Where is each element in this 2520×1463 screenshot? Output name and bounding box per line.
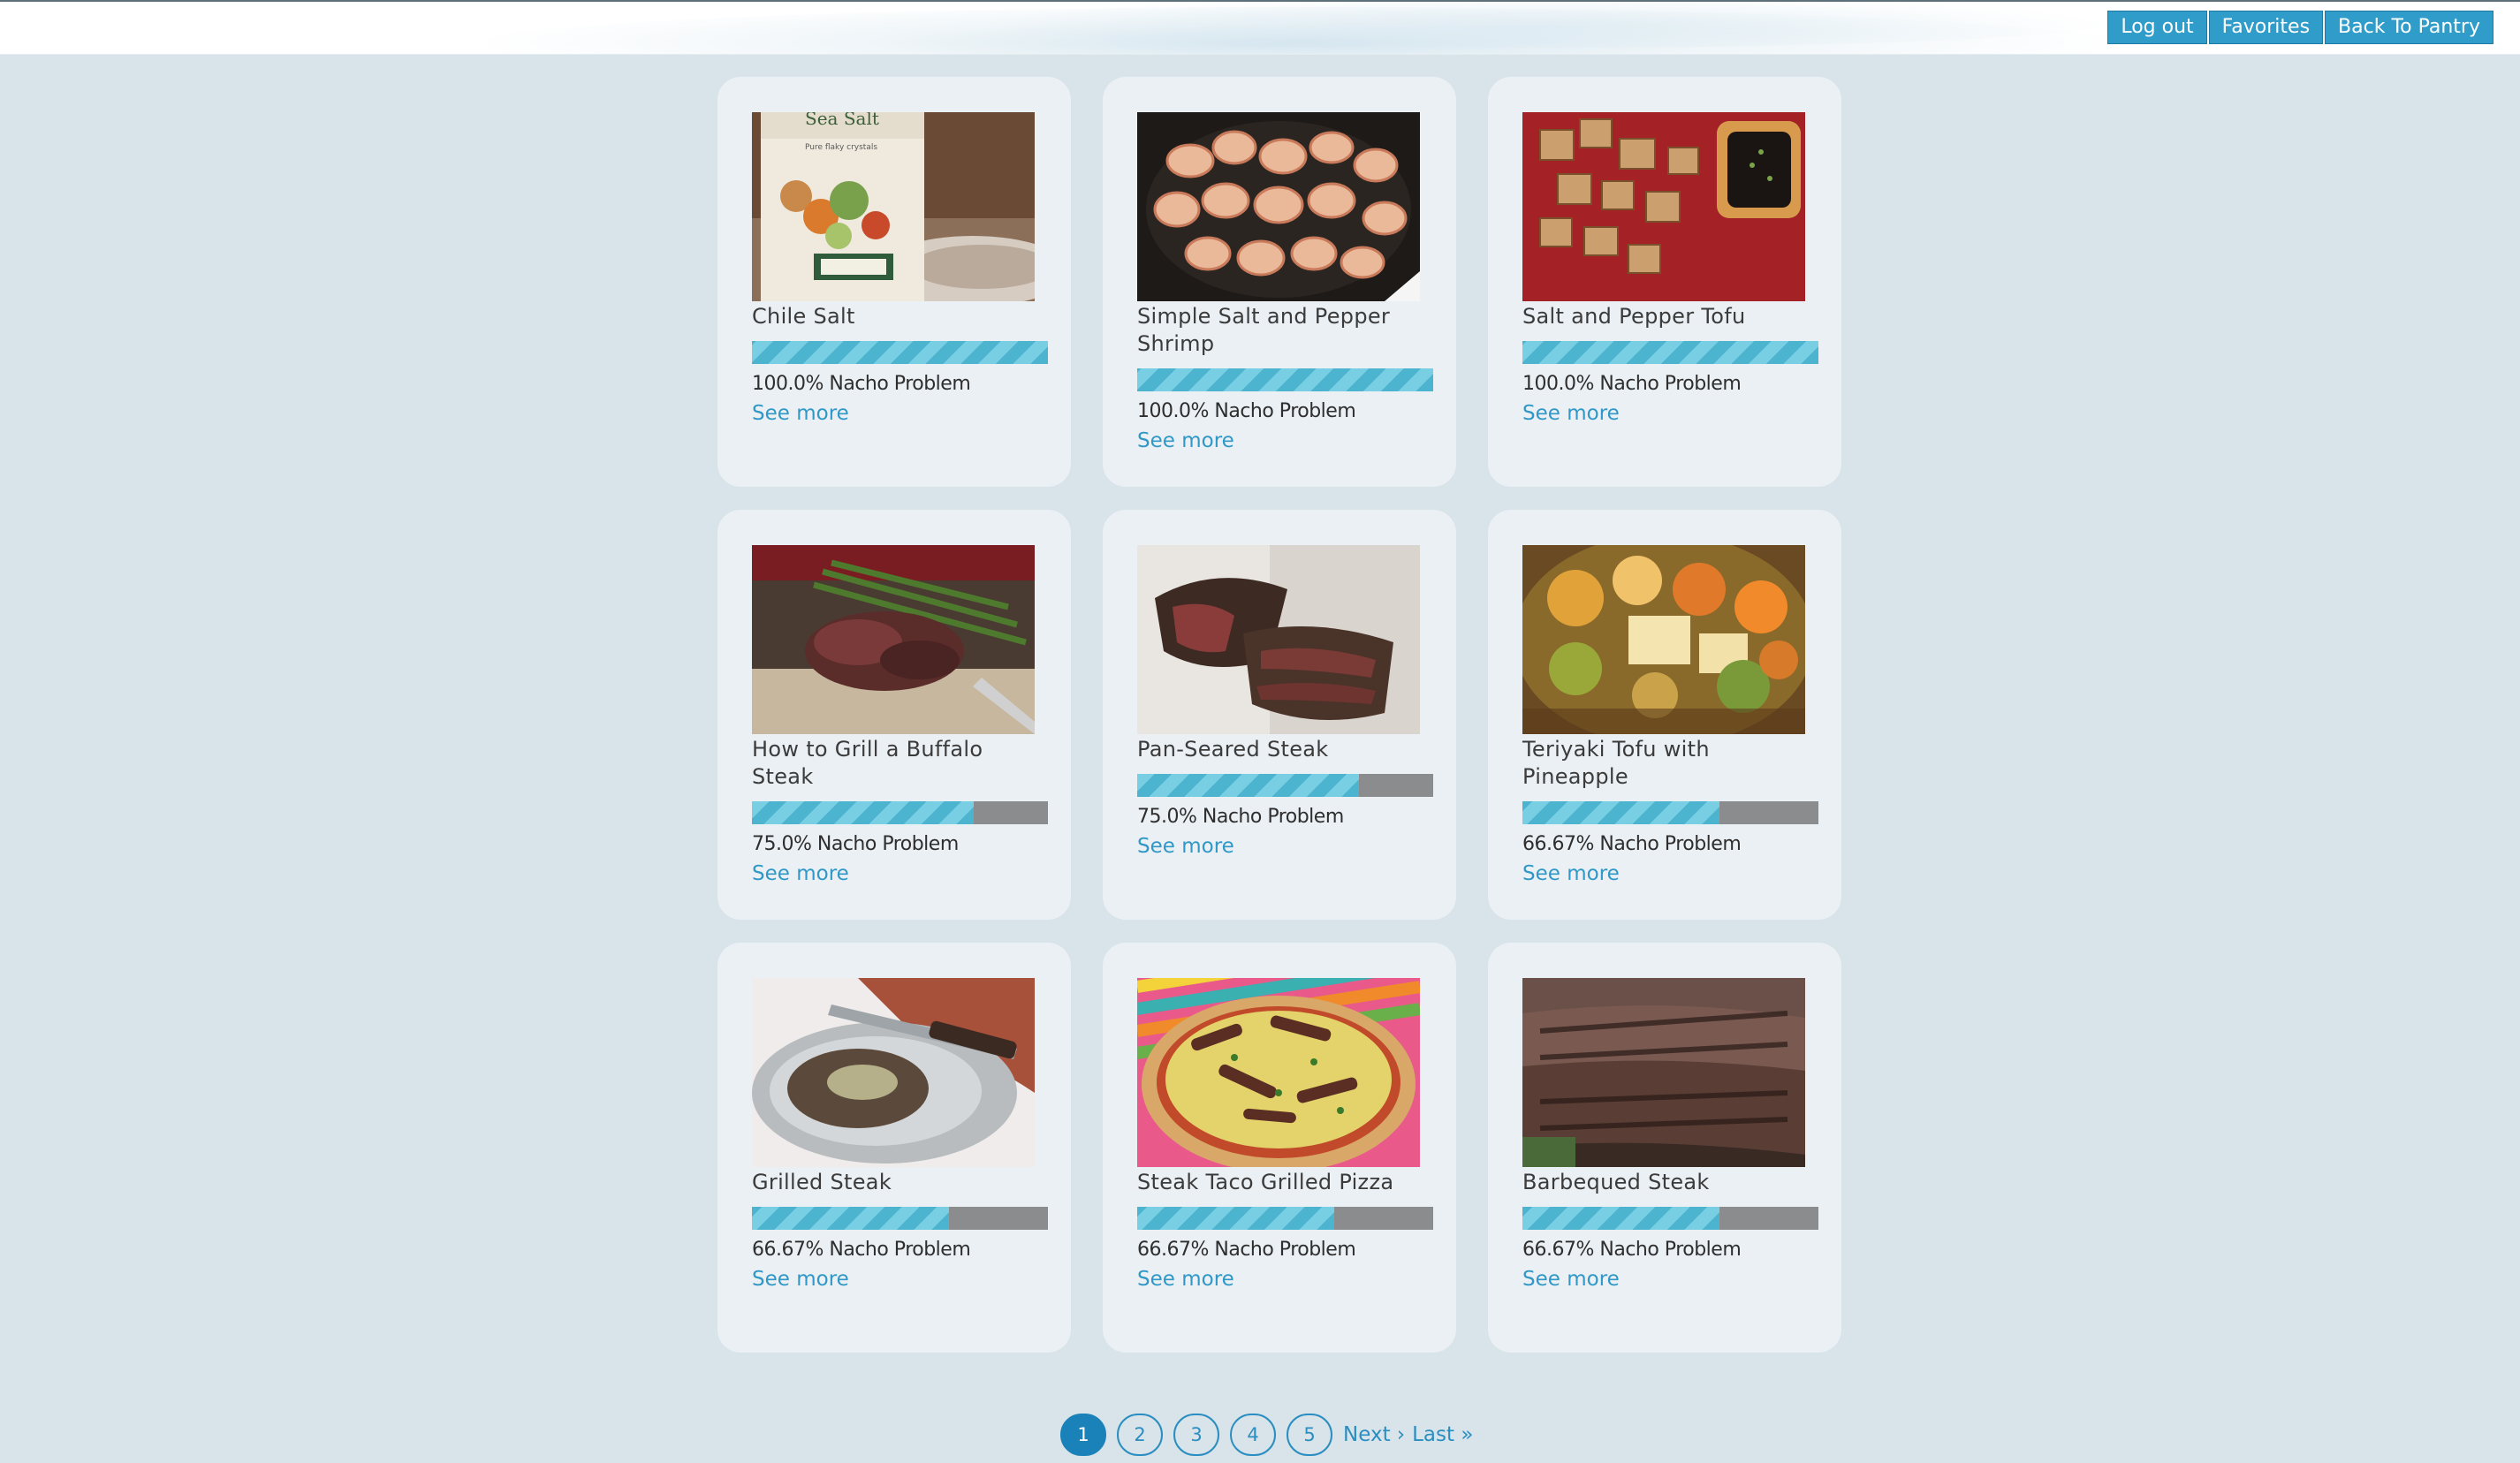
see-more-link[interactable]: See more [752, 1268, 849, 1291]
recipe-title: Steak Taco Grilled Pizza [1137, 1170, 1394, 1194]
see-more-link[interactable]: See more [1522, 862, 1620, 885]
salt-box-photo[interactable]: Sea Salt Pure flaky crystals [752, 112, 1035, 301]
match-progress-bar [1522, 1207, 1818, 1230]
match-progress-fill [1137, 368, 1433, 391]
match-percent-text: 100.0% Nacho Problem [1522, 373, 1742, 395]
recipe-title: Pan-Seared Steak [1137, 737, 1329, 762]
match-progress-fill [1137, 774, 1360, 797]
match-percent-text: 66.67% Nacho Problem [1522, 1239, 1742, 1261]
recipe-card: Simple Salt and Pepper Shrimp 100.0% Nac… [1103, 77, 1456, 487]
header-nav: Log out Favorites Back To Pantry [2106, 11, 2493, 44]
match-progress-bar [752, 801, 1048, 824]
page-4-button[interactable]: 4 [1230, 1414, 1276, 1456]
match-percent-text: 66.67% Nacho Problem [1137, 1239, 1356, 1261]
recipe-title: Simple Salt and Pepper Shrimp [1137, 304, 1391, 356]
match-progress-bar [752, 1207, 1048, 1230]
recipe-title: Salt and Pepper Tofu [1522, 304, 1746, 329]
recipe-title: How to Grill a Buffalo Steak [752, 737, 983, 789]
match-progress-bar [1137, 1207, 1433, 1230]
tofu-photo[interactable] [1522, 112, 1805, 301]
match-progress-fill [1522, 341, 1818, 364]
match-progress-bar [1522, 801, 1818, 824]
match-progress-bar [752, 341, 1048, 364]
shrimp-photo[interactable] [1137, 112, 1420, 301]
pagination: 1 2 3 4 5 Next › Last » [1060, 1414, 1480, 1456]
see-more-link[interactable]: See more [752, 402, 849, 425]
match-percent-text: 66.67% Nacho Problem [1522, 833, 1742, 855]
page-2-button[interactable]: 2 [1117, 1414, 1163, 1456]
match-progress-fill [752, 341, 1048, 364]
recipe-card: Salt and Pepper Tofu 100.0% Nacho Proble… [1488, 77, 1841, 487]
recipe-card: How to Grill a Buffalo Steak 75.0% Nacho… [717, 510, 1071, 920]
pizza-photo[interactable] [1137, 978, 1420, 1167]
recipe-card: Sea Salt Pure flaky crystals Chile Salt … [717, 77, 1071, 487]
match-percent-text: 75.0% Nacho Problem [1137, 806, 1344, 828]
recipe-title: Grilled Steak [752, 1170, 892, 1194]
page-3-button[interactable]: 3 [1173, 1414, 1219, 1456]
recipe-title: Teriyaki Tofu with Pineapple [1522, 737, 1710, 789]
match-percent-text: 66.67% Nacho Problem [752, 1239, 971, 1261]
logout-button[interactable]: Log out [2107, 11, 2207, 44]
page-1-button[interactable]: 1 [1060, 1414, 1106, 1456]
match-progress-bar [1137, 368, 1433, 391]
bbq-steak-photo[interactable] [1522, 978, 1805, 1167]
recipe-card: Teriyaki Tofu with Pineapple 66.67% Nach… [1488, 510, 1841, 920]
svg-text:Sea Salt: Sea Salt [805, 112, 879, 129]
match-progress-fill [1137, 1207, 1335, 1230]
match-progress-fill [752, 1207, 950, 1230]
grilled-steak-photo[interactable] [752, 978, 1035, 1167]
favorites-button[interactable]: Favorites [2208, 11, 2324, 44]
recipe-card: Steak Taco Grilled Pizza 66.67% Nacho Pr… [1103, 943, 1456, 1353]
match-progress-fill [752, 801, 975, 824]
see-more-link[interactable]: See more [1137, 429, 1234, 452]
see-more-link[interactable]: See more [1522, 1268, 1620, 1291]
see-more-link[interactable]: See more [1137, 835, 1234, 858]
match-percent-text: 100.0% Nacho Problem [1137, 400, 1356, 422]
recipe-card: Grilled Steak 66.67% Nacho Problem See m… [717, 943, 1071, 1353]
top-bar: Log out Favorites Back To Pantry [0, 0, 2520, 55]
buffalo-steak-photo[interactable] [752, 545, 1035, 734]
back-to-pantry-button[interactable]: Back To Pantry [2325, 11, 2493, 44]
match-progress-fill [1522, 801, 1720, 824]
match-percent-text: 75.0% Nacho Problem [752, 833, 959, 855]
match-percent-text: 100.0% Nacho Problem [752, 373, 971, 395]
see-more-link[interactable]: See more [1522, 402, 1620, 425]
match-progress-fill [1522, 1207, 1720, 1230]
match-progress-bar [1137, 774, 1433, 797]
see-more-link[interactable]: See more [1137, 1268, 1234, 1291]
see-more-link[interactable]: See more [752, 862, 849, 885]
match-progress-bar [1522, 341, 1818, 364]
recipe-card: Barbequed Steak 66.67% Nacho Problem See… [1488, 943, 1841, 1353]
recipe-card: Pan-Seared Steak 75.0% Nacho Problem See… [1103, 510, 1456, 920]
recipe-grid: Sea Salt Pure flaky crystals Chile Salt … [717, 77, 1841, 1353]
teriyaki-tofu-photo[interactable] [1522, 545, 1805, 734]
recipe-title: Chile Salt [752, 304, 855, 329]
recipe-title: Barbequed Steak [1522, 1170, 1710, 1194]
last-page-link[interactable]: Last » [1412, 1423, 1473, 1446]
svg-text:Pure flaky crystals: Pure flaky crystals [805, 143, 877, 152]
next-page-link[interactable]: Next › [1343, 1423, 1405, 1446]
page-5-button[interactable]: 5 [1287, 1414, 1332, 1456]
seared-steak-photo[interactable] [1137, 545, 1420, 734]
